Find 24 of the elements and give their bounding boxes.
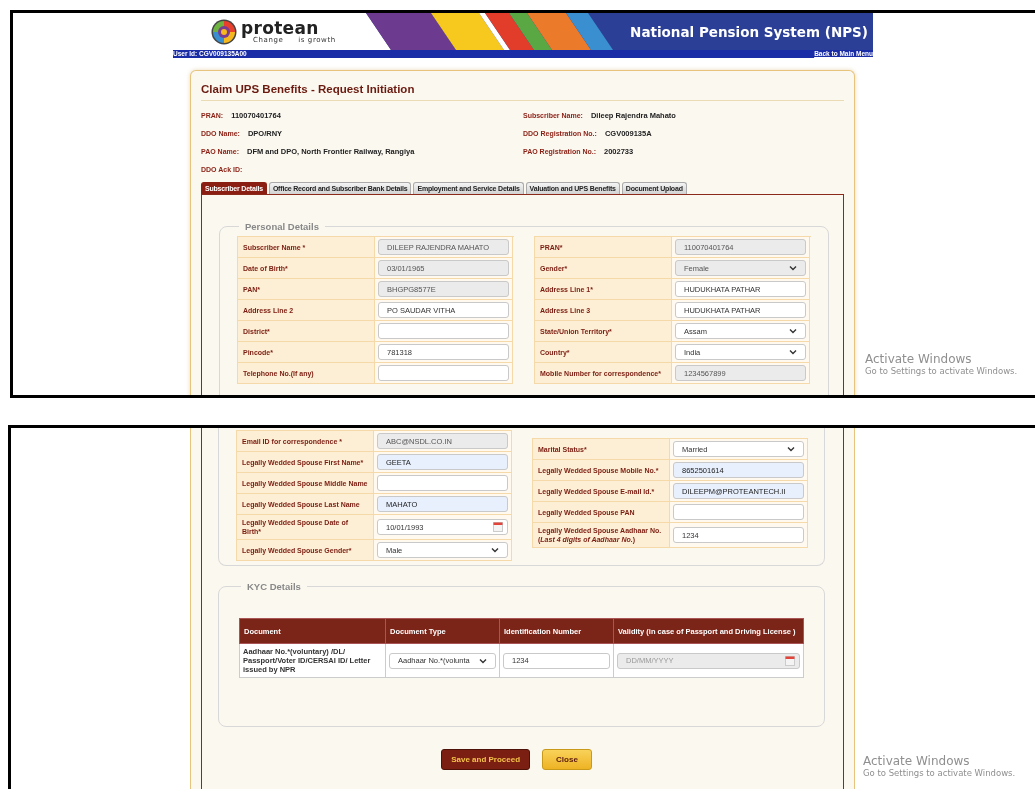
calendar-icon: [785, 655, 795, 666]
chevron-down-icon: [789, 328, 797, 334]
chevron-down-icon: [787, 446, 795, 452]
text-field[interactable]: [673, 504, 804, 520]
text-field[interactable]: [378, 365, 509, 381]
close-button[interactable]: Close: [542, 749, 592, 770]
text-field[interactable]: [377, 475, 508, 491]
chevron-down-icon: [491, 547, 499, 553]
chevron-down-icon: [789, 349, 797, 355]
site-title: National Pension System (NPS): [630, 23, 868, 40]
text-field[interactable]: [378, 323, 509, 339]
chevron-down-icon: [479, 657, 487, 664]
logo-text: protean: [241, 19, 319, 36]
section-title: Personal Details: [244, 221, 320, 232]
chevron-down-icon: [789, 265, 797, 271]
page-title: Claim UPS Benefits - Request Initiation: [201, 83, 415, 95]
os-notice-text: Go to Settings to activate Windows.: [865, 366, 1018, 376]
calendar-icon: [493, 522, 503, 532]
section-title: KYC Details: [246, 581, 302, 592]
logo-icon: [211, 18, 237, 45]
os-notice-text: Go to Settings to activate Windows.: [863, 768, 1016, 778]
os-notice-title: Activate Windows: [865, 352, 973, 366]
os-notice-title: Activate Windows: [863, 754, 971, 768]
save-button[interactable]: Save and Proceed: [441, 749, 531, 770]
